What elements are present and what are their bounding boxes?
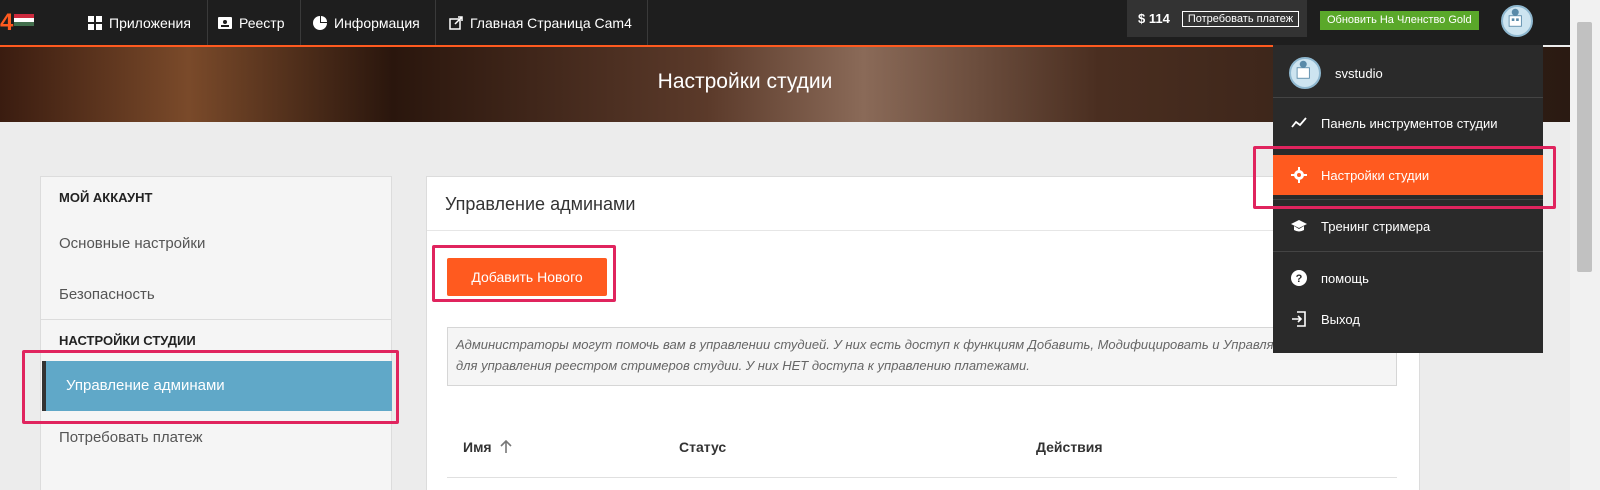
sidebar-item-basic-settings[interactable]: Основные настройки <box>59 235 205 252</box>
column-header-status: Статус <box>679 439 727 455</box>
grid-icon <box>88 15 102 30</box>
gold-upgrade-button[interactable]: Обновить На Членство Gold <box>1320 11 1479 30</box>
dropdown-divider <box>1273 97 1543 98</box>
nav-apps[interactable]: Приложения <box>72 0 208 45</box>
cam4-logo[interactable]: 4 <box>0 10 60 36</box>
page-title: Настройки студии <box>657 70 833 93</box>
nav-registry[interactable]: Реестр <box>203 0 301 45</box>
dropdown-username: svstudio <box>1335 65 1383 81</box>
sidebar-heading-studio: НАСТРОЙКИ СТУДИИ <box>59 333 196 348</box>
nav-info[interactable]: Информация <box>298 0 436 45</box>
trend-line-icon <box>1291 117 1307 128</box>
external-link-icon <box>449 15 463 30</box>
avatar[interactable] <box>1501 5 1533 37</box>
sidebar-heading-account: МОЙ АККАУНТ <box>59 190 153 205</box>
info-note: Администраторы могут помочь вам в управл… <box>447 327 1397 386</box>
highlight-admin-management <box>22 350 399 424</box>
table-header-divider <box>447 477 1397 478</box>
dropdown-item-studio-dashboard[interactable]: Панель инструментов студии <box>1273 103 1543 143</box>
id-card-icon <box>218 16 232 29</box>
dropdown-item-help[interactable]: ? помощь <box>1273 258 1543 298</box>
sort-arrow-up-icon <box>500 439 513 453</box>
dropdown-avatar <box>1289 57 1321 89</box>
dropdown-divider <box>1273 251 1543 252</box>
highlight-add-button <box>432 245 616 302</box>
page-scrollbar-thumb[interactable] <box>1577 22 1592 272</box>
admin-management-card: Управление админами Добавить Нового Адми… <box>426 176 1420 490</box>
column-header-name[interactable]: Имя <box>463 439 513 455</box>
dropdown-item-logout[interactable]: Выход <box>1273 299 1543 339</box>
graduation-cap-icon <box>1291 220 1307 232</box>
balance-amount: $ 114 <box>1138 11 1170 26</box>
dropdown-user: svstudio <box>1289 57 1383 89</box>
hungary-flag-icon <box>14 14 34 26</box>
logout-icon <box>1292 311 1306 327</box>
highlight-studio-settings <box>1253 146 1556 209</box>
claim-payment-button[interactable]: Потребовать платеж <box>1181 10 1300 27</box>
sidebar-divider <box>41 319 391 320</box>
svg-text:?: ? <box>1296 273 1303 285</box>
top-navbar: 4 Приложения Реестр Информация Главная С… <box>0 0 1570 45</box>
dropdown-item-streamer-training[interactable]: Тренинг стримера <box>1273 206 1543 246</box>
question-icon: ? <box>1291 270 1307 286</box>
balance-box: $ 114 Потребовать платеж <box>1127 0 1307 37</box>
sidebar-item-claim-payment[interactable]: Потребовать платеж <box>59 429 203 446</box>
card-divider <box>427 230 1419 231</box>
column-header-actions: Действия <box>1036 439 1103 455</box>
pie-chart-icon <box>313 15 327 30</box>
sidebar-item-security[interactable]: Безопасность <box>59 286 155 303</box>
card-title: Управление админами <box>445 194 636 214</box>
nav-cam4-home[interactable]: Главная Страница Cam4 <box>434 0 648 45</box>
settings-sidebar: МОЙ АККАУНТ Основные настройки Безопасно… <box>40 176 392 490</box>
